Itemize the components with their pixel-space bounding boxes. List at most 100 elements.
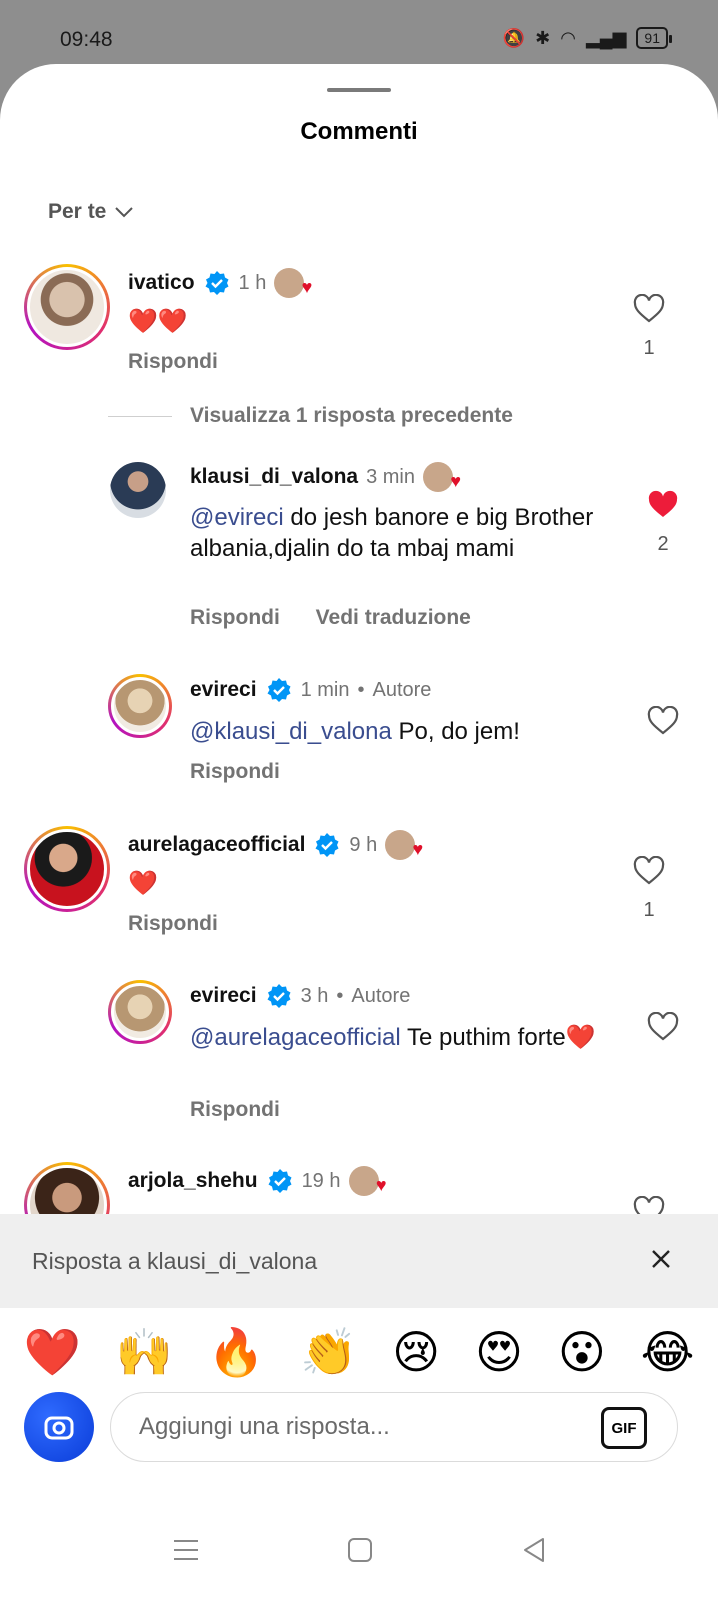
square-icon: [348, 1538, 372, 1562]
reply-button[interactable]: Rispondi: [128, 912, 218, 935]
emoji-heart[interactable]: ❤️: [23, 1322, 80, 1382]
verified-icon: [267, 984, 291, 1008]
reply-evireci-2: evireci 3 h • Autore @aurelagaceofficial…: [0, 980, 718, 1130]
chevron-down-icon: [115, 207, 134, 218]
verified-icon: [267, 678, 291, 702]
reply-button[interactable]: Rispondi: [190, 760, 280, 783]
sheet-grabber[interactable]: [327, 88, 391, 92]
comments-sheet: Commenti Per te ivatico 1 h ♥ ❤️❤️ Rispo…: [0, 64, 718, 1600]
creator-liked-icon: ♥: [385, 830, 423, 860]
quick-emoji-row: ❤️ 🙌 🔥 👏 😢 😍 😮 😂: [0, 1322, 718, 1382]
like-count: 2: [657, 533, 669, 555]
comment-author[interactable]: evireci 3 h • Autore: [190, 982, 410, 1010]
system-nav-bar: [0, 1510, 718, 1600]
close-icon[interactable]: [646, 1244, 676, 1274]
camera-button[interactable]: [24, 1392, 94, 1462]
heart-outline-icon: [647, 1011, 679, 1041]
reply-button[interactable]: Rispondi: [128, 350, 218, 373]
avatar[interactable]: [108, 980, 172, 1044]
camera-icon: [44, 1416, 74, 1440]
like-button[interactable]: 1: [632, 293, 666, 360]
replying-to-bar: Risposta a klausi_di_valona: [0, 1214, 718, 1308]
emoji-fire[interactable]: 🔥: [208, 1322, 265, 1382]
back-triangle-icon: [524, 1538, 544, 1562]
heart-filled-icon: [648, 490, 678, 517]
reply-button[interactable]: Rispondi: [190, 606, 280, 629]
battery-indicator: 91: [636, 27, 672, 49]
comment-aurelagaceofficial: aurelagaceofficial 9 h ♥ ❤️ Rispondi 1: [0, 824, 718, 964]
reply-input[interactable]: Aggiungi una risposta... GIF: [110, 1392, 678, 1462]
comment-time: 3 min: [366, 465, 415, 488]
avatar[interactable]: [24, 264, 110, 350]
emoji-laugh[interactable]: 😂: [641, 1322, 695, 1382]
comment-ivatico: ivatico 1 h ♥ ❤️❤️ Rispondi 1: [0, 262, 718, 402]
comment-actions: Rispondi: [128, 912, 248, 936]
comment-author[interactable]: klausi_di_valona 3 min ♥: [190, 462, 461, 492]
back-button[interactable]: [514, 1530, 554, 1570]
avatar[interactable]: [110, 462, 166, 518]
like-button[interactable]: 2: [646, 490, 680, 556]
translate-button[interactable]: Vedi traduzione: [316, 606, 471, 629]
mention-link[interactable]: @klausi_di_valona: [190, 718, 392, 745]
like-count: 1: [643, 337, 655, 359]
comment-arjola-shehu: arjola_shehu 19 h ♥: [0, 1160, 718, 1248]
avatar[interactable]: [24, 826, 110, 912]
status-icons: 🔕 ✱ ◠ ▂▄▆ 91: [502, 27, 672, 49]
comment-text: ❤️❤️: [128, 308, 188, 335]
like-button[interactable]: [646, 705, 680, 741]
bluetooth-icon: ✱: [535, 27, 551, 48]
author-badge: Autore: [372, 678, 432, 701]
comment-actions: Rispondi: [190, 1098, 310, 1122]
divider-line: [108, 415, 172, 417]
mute-icon: 🔕: [502, 27, 526, 48]
heart-outline-icon: [647, 705, 679, 735]
verified-icon: [268, 1169, 292, 1193]
reply-input-placeholder: Aggiungi una risposta...: [139, 1413, 390, 1440]
comment-author[interactable]: evireci 1 min • Autore: [190, 676, 431, 704]
emoji-heart-eyes[interactable]: 😍: [475, 1322, 523, 1382]
creator-liked-icon: ♥: [423, 462, 461, 492]
emoji-surprised[interactable]: 😮: [558, 1322, 606, 1382]
replying-to-label: Risposta a klausi_di_valona: [32, 1248, 318, 1274]
comment-author[interactable]: aurelagaceofficial 9 h ♥: [128, 830, 423, 860]
emoji-clap[interactable]: 👏: [300, 1322, 357, 1382]
like-button[interactable]: [646, 1011, 680, 1047]
comment-text: @aurelagaceofficial Te puthim forte❤️: [190, 1024, 596, 1051]
emoji-raised-hands[interactable]: 🙌: [116, 1322, 173, 1382]
mention-link[interactable]: @evireci: [190, 504, 284, 531]
reply-klausi: klausi_di_valona 3 min ♥ @evireci do jes…: [0, 460, 718, 660]
creator-liked-icon: ♥: [274, 268, 312, 298]
author-badge: Autore: [351, 984, 411, 1007]
comment-author[interactable]: arjola_shehu 19 h ♥: [128, 1166, 387, 1196]
comment-author[interactable]: ivatico 1 h ♥: [128, 268, 312, 298]
avatar[interactable]: [108, 674, 172, 738]
like-button[interactable]: 1: [632, 855, 666, 922]
status-time: 09:48: [60, 28, 113, 51]
comment-time: 1 h: [238, 271, 267, 294]
view-previous-replies[interactable]: Visualizza 1 risposta precedente: [108, 404, 513, 428]
heart-outline-icon: [633, 855, 665, 885]
heart-outline-icon: [633, 293, 665, 323]
comment-time: 9 h: [349, 833, 378, 856]
comment-time: 1 min: [300, 678, 350, 701]
reply-button[interactable]: Rispondi: [190, 1098, 280, 1121]
sort-dropdown[interactable]: Per te: [48, 200, 134, 224]
comment-text: @klausi_di_valona Po, do jem!: [190, 718, 520, 745]
reply-composer: Aggiungi una risposta... GIF: [0, 1390, 718, 1474]
sheet-title: Commenti: [300, 118, 418, 145]
comment-time: 19 h: [301, 1169, 341, 1192]
emoji-cry[interactable]: 😢: [392, 1322, 440, 1382]
comment-time: 3 h: [300, 984, 329, 1007]
verified-icon: [315, 833, 339, 857]
comment-actions: Rispondi: [128, 350, 248, 374]
status-bar: 09:48 🔕 ✱ ◠ ▂▄▆ 91: [0, 0, 718, 72]
reply-evireci-1: evireci 1 min • Autore @klausi_di_valona…: [0, 674, 718, 794]
view-previous-label: Visualizza 1 risposta precedente: [190, 404, 513, 427]
mention-link[interactable]: @aurelagaceofficial: [190, 1024, 401, 1051]
recents-button[interactable]: [166, 1530, 206, 1570]
signal-icon: ▂▄▆: [585, 27, 627, 48]
gif-button[interactable]: GIF: [601, 1407, 647, 1449]
wifi-icon: ◠: [560, 27, 576, 48]
home-button[interactable]: [340, 1530, 380, 1570]
comment-text: ❤️: [128, 870, 158, 897]
